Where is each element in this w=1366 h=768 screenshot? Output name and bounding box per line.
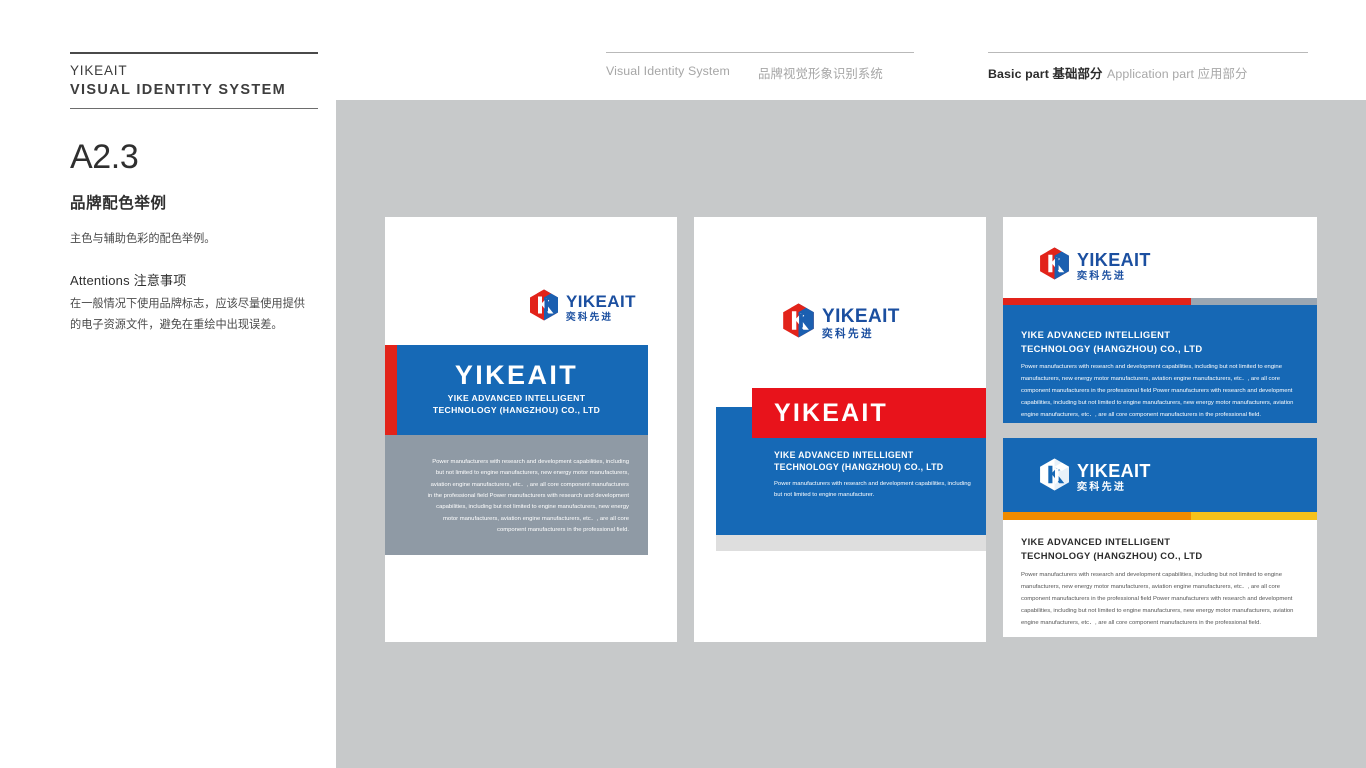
logo-lockup-inverse: YIKEAIT 奕科先进 (1039, 458, 1151, 496)
color-example-card-inverse-logo[interactable]: YIKEAIT 奕科先进 YIKE ADVANCED INTELLIGENT T… (1003, 438, 1317, 637)
panel-company-name: YIKE ADVANCED INTELLIGENT TECHNOLOGY (HA… (1003, 305, 1317, 355)
attentions-heading-en: Attentions (70, 273, 130, 289)
divider-segment-gray (1191, 298, 1317, 305)
band-company-name: YIKE ADVANCED INTELLIGENT TECHNOLOGY (HA… (397, 393, 636, 417)
yikeait-logo-mark (782, 303, 815, 343)
logo-wordmark: YIKEAIT (566, 291, 636, 311)
section-title: 品牌配色举例 (70, 194, 167, 212)
logo-words: YIKEAIT 奕科先进 (1077, 251, 1151, 282)
panel-company-name-line2: TECHNOLOGY (HANGZHOU) CO., LTD (1021, 342, 1203, 354)
nav-tab-basic-part-en: Basic part (988, 67, 1049, 81)
nav-tab-application-part[interactable]: Application part 应用部分 (1107, 64, 1248, 82)
logo-chinese-name: 奕科先进 (1077, 270, 1127, 282)
secondary-slate-block: Power manufacturers with research and de… (385, 435, 648, 555)
attentions-heading-cn: 注意事项 (133, 274, 187, 290)
divider-segment-orange (1003, 512, 1191, 520)
nav-tab-application-part-en: Application part (1107, 67, 1195, 81)
band-brandmark: YIKEAIT (454, 359, 579, 390)
sidebar: A2.3 品牌配色举例 主色与辅助色彩的配色举例。 Attentions 注意事… (70, 140, 315, 335)
blue-block-copy: YIKE ADVANCED INTELLIGENT TECHNOLOGY (HA… (774, 449, 974, 502)
color-example-card-primary-blue[interactable]: YIKEAIT 奕科先进 YIKEAIT YIKE ADVANCED INTEL… (385, 217, 677, 642)
section-number: A2.3 (70, 138, 139, 176)
red-gray-divider-bar (1003, 298, 1317, 305)
red-band-brandmark: YIKEAIT (774, 398, 889, 427)
nav-tab-application-part-cn: 应用部分 (1197, 67, 1248, 81)
panel-paragraph: Power manufacturers with research and de… (1021, 364, 1294, 418)
band-company-name-line2: TECHNOLOGY (HANGZHOU) CO., LTD (432, 405, 601, 416)
blue-block-company-name-line2: TECHNOLOGY (HANGZHOU) CO., LTD (774, 462, 944, 473)
nav-items-right: Basic part 基础部分 Application part 应用部分 (988, 53, 1308, 82)
primary-red-band: YIKEAIT (752, 388, 986, 438)
logo-words: YIKEAIT 奕科先进 (566, 293, 636, 323)
inverse-card-copy: YIKE ADVANCED INTELLIGENT TECHNOLOGY (HA… (1021, 535, 1299, 629)
color-example-card-primary-red[interactable]: YIKEAIT 奕科先进 YIKEAIT YIKE ADVANCED INTEL… (694, 217, 986, 642)
orange-gold-divider-bar (1003, 512, 1317, 520)
logo-lockup: YIKEAIT 奕科先进 (782, 303, 900, 343)
attentions-body: 在一般情况下使用品牌标志，应该尽量使用提供的电子资源文件，避免在重绘中出现误差。 (70, 297, 305, 331)
nav-group-document-title: Visual Identity System 品牌视觉形象识别系统 (606, 52, 914, 82)
panel-company-name-line1: YIKE ADVANCED INTELLIGENT (1021, 329, 1171, 340)
logo-words: YIKEAIT 奕科先进 (1077, 462, 1151, 493)
primary-blue-band: YIKEAIT YIKE ADVANCED INTELLIGENT TECHNO… (385, 345, 648, 435)
nav-tab-basic-part-cn: 基础部分 (1052, 67, 1103, 81)
brand-name: YIKEAIT (70, 63, 128, 78)
artboard-canvas: YIKEAIT 奕科先进 YIKEAIT YIKE ADVANCED INTEL… (336, 100, 1366, 768)
logo-words: YIKEAIT 奕科先进 (822, 307, 900, 340)
divider-segment-red (1003, 298, 1191, 305)
nav-tab-basic-part[interactable]: Basic part 基础部分 (988, 64, 1107, 82)
logo-lockup: YIKEAIT 奕科先进 (1039, 247, 1151, 285)
blue-block-company-name: YIKE ADVANCED INTELLIGENT TECHNOLOGY (HA… (774, 449, 974, 474)
band-company-name-line1: YIKE ADVANCED INTELLIGENT (447, 393, 586, 404)
band-text-block: YIKEAIT YIKE ADVANCED INTELLIGENT TECHNO… (397, 361, 648, 419)
yikeait-logo-mark (1039, 458, 1070, 496)
nav-items-left: Visual Identity System 品牌视觉形象识别系统 (606, 53, 914, 82)
yikeait-logo-mark (1039, 247, 1070, 285)
section-description: 主色与辅助色彩的配色举例。 (70, 232, 216, 245)
brand-block: YIKEAIT VISUAL IDENTITY SYSTEM (70, 52, 318, 109)
yikeait-logo-mark (529, 289, 559, 326)
slate-block-paragraph: Power manufacturers with research and de… (427, 459, 629, 533)
logo-chinese-name: 奕科先进 (822, 327, 874, 340)
nav-label-visual-identity-system: Visual Identity System (606, 64, 730, 78)
inverse-paragraph: Power manufacturers with research and de… (1021, 572, 1294, 626)
brand-lines: YIKEAIT VISUAL IDENTITY SYSTEM (70, 54, 318, 104)
logo-wordmark: YIKEAIT (1077, 249, 1151, 270)
band-red-accent-stripe (385, 345, 397, 435)
attentions-heading: Attentions 注意事项 (70, 270, 315, 289)
blue-block-company-name-line1: YIKE ADVANCED INTELLIGENT (774, 450, 914, 460)
color-example-card-blue-panel[interactable]: YIKEAIT 奕科先进 YIKE ADVANCED INTELLIGENT T… (1003, 217, 1317, 423)
logo-lockup: YIKEAIT 奕科先进 (529, 289, 636, 326)
nav-group-sections: Basic part 基础部分 Application part 应用部分 (988, 52, 1308, 82)
logo-wordmark: YIKEAIT (822, 305, 900, 327)
logo-chinese-name: 奕科先进 (566, 311, 614, 323)
logo-wordmark: YIKEAIT (1077, 460, 1151, 481)
brand-rule-bottom (70, 107, 318, 109)
inverse-company-name: YIKE ADVANCED INTELLIGENT TECHNOLOGY (HA… (1021, 535, 1299, 562)
divider-segment-gold (1191, 512, 1317, 520)
blue-block-paragraph: Power manufacturers with research and de… (774, 480, 971, 499)
logo-chinese-name: 奕科先进 (1077, 481, 1127, 493)
inverse-company-name-line2: TECHNOLOGY (HANGZHOU) CO., LTD (1021, 549, 1203, 561)
light-gray-strip (716, 535, 986, 551)
blue-info-panel: YIKE ADVANCED INTELLIGENT TECHNOLOGY (HA… (1003, 305, 1317, 423)
brand-subtitle: VISUAL IDENTITY SYSTEM (70, 82, 287, 99)
inverse-company-name-line1: YIKE ADVANCED INTELLIGENT (1021, 536, 1171, 547)
nav-label-visual-identity-system-cn: 品牌视觉形象识别系统 (758, 66, 883, 81)
